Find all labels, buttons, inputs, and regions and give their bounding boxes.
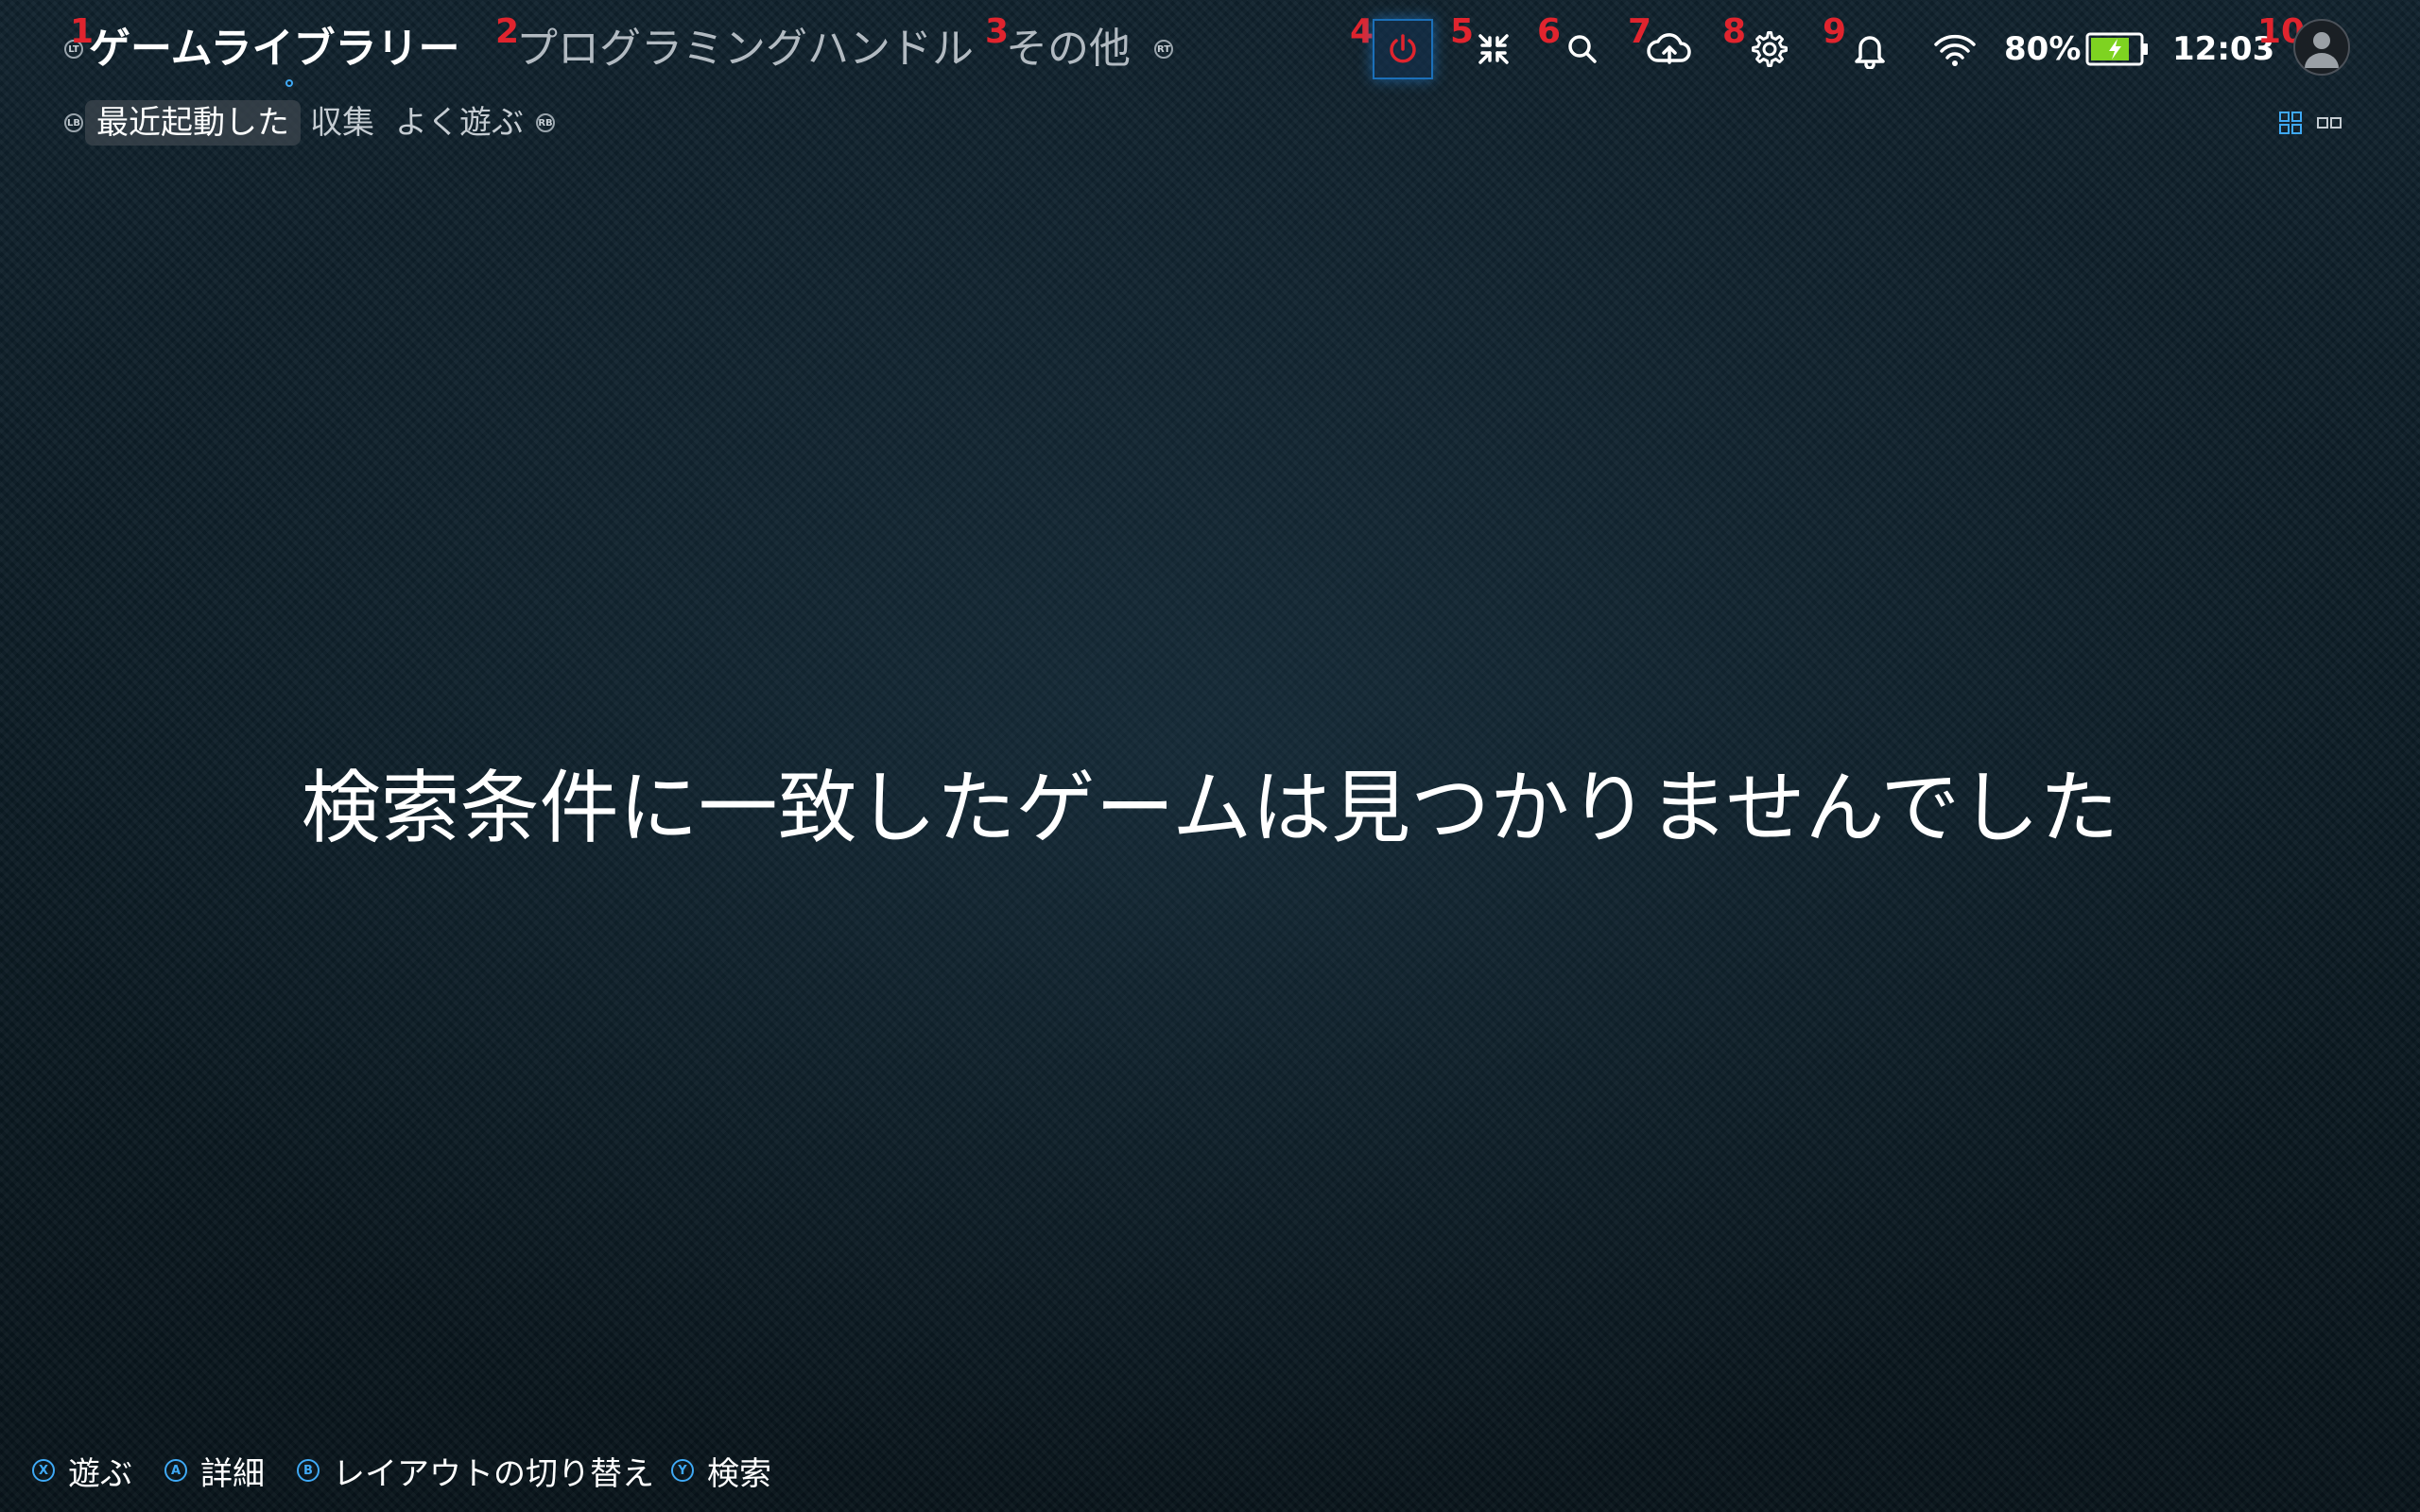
wifi-icon (1934, 34, 1976, 66)
grid-layout-icon (2279, 112, 2302, 134)
lb-bumper-badge: LB (64, 113, 83, 132)
cloud-sync-button[interactable] (1639, 19, 1700, 79)
rb-bumper-badge: RB (536, 113, 555, 132)
tab-other[interactable]: その他 (1006, 21, 1131, 77)
settings-button[interactable] (1739, 19, 1800, 79)
x-button-icon: X (32, 1459, 55, 1482)
user-avatar[interactable] (2293, 19, 2350, 76)
power-button[interactable] (1373, 19, 1433, 79)
subtab-frequently-played[interactable]: よく遊ぶ (395, 100, 524, 146)
hint-label: 検索 (707, 1454, 771, 1493)
active-tab-indicator (285, 79, 293, 87)
wifi-status (1925, 19, 1985, 79)
battery-icon (2085, 32, 2148, 66)
hint-switch-layout: B レイアウトの切り替え (297, 1448, 654, 1493)
hint-label: 遊ぶ (68, 1454, 132, 1493)
battery-percent: 80% (2004, 30, 2082, 68)
y-button-icon: Y (671, 1459, 694, 1482)
search-icon (1568, 35, 1597, 63)
list-layout-button[interactable] (2316, 110, 2342, 136)
cloud-upload-icon (1647, 33, 1691, 64)
gear-icon (1752, 31, 1788, 67)
tab-game-library[interactable]: ゲームライブラリー (89, 21, 459, 77)
avatar-icon (2305, 32, 2339, 68)
battery-indicator (2085, 32, 2150, 66)
hint-play: X 遊ぶ (32, 1448, 132, 1493)
power-icon (1390, 34, 1416, 63)
marker-4: 4 (1350, 12, 1374, 51)
b-button-icon: B (297, 1459, 320, 1482)
empty-state-message: 検索条件に一致したゲームは見つかりませんでした (301, 762, 2119, 854)
grid-layout-button[interactable] (2277, 110, 2304, 136)
hint-label: レイアウトの切り替え (333, 1454, 654, 1493)
hint-details: A 詳細 (164, 1448, 265, 1493)
notifications-button[interactable] (1840, 19, 1900, 79)
tab-programming-handle[interactable]: プログラミングハンドル (516, 21, 974, 77)
list-layout-icon (2317, 117, 2342, 129)
rt-trigger-badge: RT (1154, 40, 1173, 59)
subtab-collection[interactable]: 収集 (310, 100, 374, 146)
hint-label: 詳細 (200, 1454, 265, 1493)
subtab-recently-launched[interactable]: 最近起動した (85, 100, 301, 146)
collapse-button[interactable] (1463, 19, 1524, 79)
hint-search: Y 検索 (671, 1448, 771, 1493)
bell-icon (1855, 36, 1885, 69)
collapse-icon (1478, 34, 1509, 64)
a-button-icon: A (164, 1459, 187, 1482)
search-button[interactable] (1552, 19, 1613, 79)
